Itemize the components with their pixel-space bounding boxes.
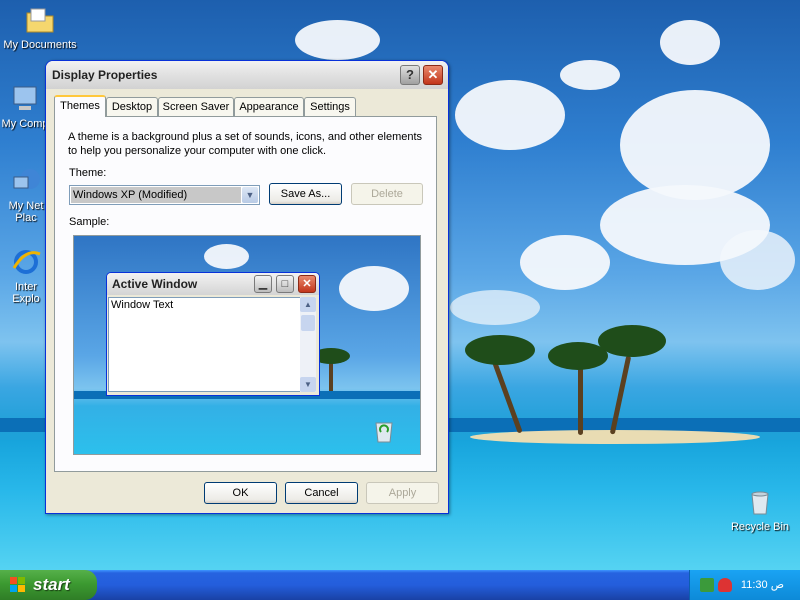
dialog-titlebar[interactable]: Display Properties ? ✕: [46, 61, 448, 89]
help-button[interactable]: ?: [400, 65, 420, 85]
desktop-icon-label: Plac: [15, 212, 37, 224]
cloud: [520, 235, 610, 290]
start-label: start: [33, 575, 70, 594]
tab-desktop[interactable]: Desktop: [106, 97, 158, 116]
theme-dropdown-value: Windows XP (Modified): [71, 187, 241, 203]
recycle-bin-icon: [751, 491, 769, 515]
theme-description: A theme is a background plus a set of so…: [68, 131, 423, 157]
cloud: [620, 90, 770, 200]
display-properties-dialog: Display Properties ? ✕ Themes Desktop Sc…: [45, 60, 449, 514]
close-icon: ✕: [298, 275, 316, 293]
apply-button[interactable]: Apply: [366, 482, 439, 504]
maximize-icon: □: [276, 275, 294, 293]
computer-icon: [13, 86, 37, 110]
theme-dropdown[interactable]: Windows XP (Modified) ▼: [69, 185, 260, 205]
theme-sample-preview: Active Window ▁ □ ✕ Window Text ▲ ▼: [73, 235, 421, 455]
cloud: [720, 230, 795, 290]
start-button[interactable]: start: [0, 570, 97, 600]
desktop-icon-recycle-bin[interactable]: Recycle Bin: [720, 486, 800, 533]
chevron-down-icon[interactable]: ▼: [242, 187, 258, 203]
sample-window-title: Active Window: [112, 277, 198, 291]
sample-label: Sample:: [69, 216, 110, 228]
cloud: [204, 244, 249, 269]
desktop-icon-label: My Net: [8, 200, 44, 212]
tab-settings[interactable]: Settings: [304, 97, 356, 116]
cloud: [295, 20, 380, 60]
cloud: [560, 60, 620, 90]
help-icon: ?: [406, 67, 414, 82]
folder-icon: [26, 8, 54, 33]
desktop-icon-label: Explo: [12, 293, 40, 305]
recycle-bin-icon: [375, 422, 393, 443]
scroll-thumb: [301, 315, 315, 331]
scroll-down-icon: ▼: [300, 377, 316, 392]
taskbar: start 11:30 ص: [0, 570, 800, 600]
internet-explorer-icon: [12, 250, 41, 274]
cloud: [660, 20, 720, 65]
tab-appearance[interactable]: Appearance: [234, 97, 304, 116]
sample-window-titlebar: Active Window ▁ □ ✕: [107, 273, 319, 295]
sample-window-text: Window Text: [111, 299, 174, 311]
system-tray: 11:30 ص: [689, 570, 800, 600]
cancel-button[interactable]: Cancel: [285, 482, 358, 504]
close-icon: ✕: [427, 67, 439, 82]
delete-button[interactable]: Delete: [351, 183, 423, 205]
windows-logo-icon: [10, 577, 25, 592]
tab-screen-saver[interactable]: Screen Saver: [158, 97, 234, 116]
security-shield-icon[interactable]: [718, 578, 732, 592]
ok-button[interactable]: OK: [204, 482, 277, 504]
palm-tree: [465, 335, 535, 365]
sample-window-body: Window Text: [108, 297, 304, 392]
scroll-up-icon: ▲: [300, 297, 316, 312]
cloud: [450, 290, 540, 325]
desktop-icon-label: My Documents: [3, 39, 77, 51]
theme-label: Theme:: [69, 167, 107, 179]
desktop-icon-label: My Comp: [1, 118, 49, 130]
desktop-icon-label: Recycle Bin: [730, 521, 790, 533]
palm-tree: [598, 325, 666, 357]
tab-themes[interactable]: Themes: [54, 95, 106, 117]
desktop-icon-label: Inter: [14, 281, 37, 293]
close-button[interactable]: ✕: [423, 65, 443, 85]
cloud: [339, 266, 409, 311]
minimize-icon: ▁: [254, 275, 272, 293]
network-icon: [13, 169, 40, 189]
dialog-title: Display Properties: [52, 68, 158, 82]
desktop-icon-my-documents[interactable]: My Documents: [0, 4, 80, 51]
sample-active-window: Active Window ▁ □ ✕ Window Text ▲ ▼: [106, 272, 320, 396]
cloud: [455, 80, 565, 150]
clock[interactable]: 11:30 ص: [741, 578, 784, 591]
palm-tree: [578, 365, 583, 435]
save-as-button[interactable]: Save As...: [269, 183, 342, 205]
sample-scrollbar: ▲ ▼: [300, 297, 316, 392]
network-tray-icon[interactable]: [700, 578, 714, 592]
